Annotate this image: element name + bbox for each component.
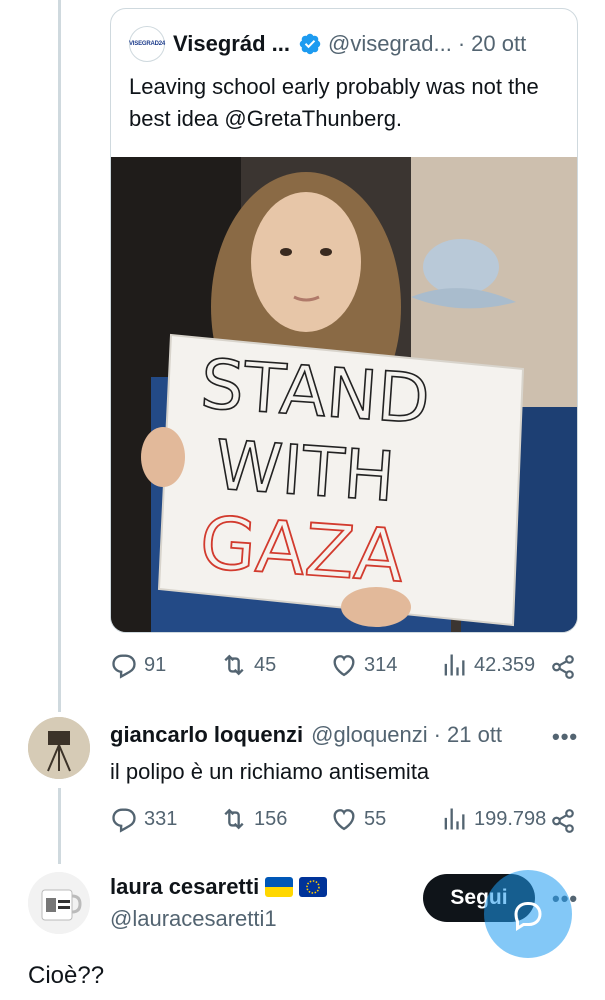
- reply-count: 91: [144, 653, 167, 676]
- main-tweet-text: Cioè??: [28, 962, 105, 989]
- compose-button[interactable]: [484, 870, 572, 958]
- share-icon: [552, 655, 574, 679]
- quoted-avatar-logo: VISEGRAD24: [129, 41, 166, 47]
- main-author-name[interactable]: laura cesaretti: [110, 874, 259, 900]
- reply-button[interactable]: 91: [110, 651, 166, 679]
- reply-header: giancarlo loquenzi @gloquenzi · 21 ott: [110, 722, 502, 748]
- repost-icon: [224, 808, 244, 830]
- repost-count: 156: [254, 807, 288, 830]
- quoted-author-name[interactable]: Visegrád ...: [173, 31, 290, 57]
- views-count: 42.359: [474, 653, 536, 676]
- quoted-tweet-text: Leaving school early probably was not th…: [129, 74, 539, 131]
- like-count: 314: [364, 653, 398, 676]
- reply-count: 331: [144, 807, 178, 830]
- quoted-tweet-card[interactable]: VISEGRAD24 Visegrád ... @visegrad... · 2…: [110, 8, 578, 633]
- verified-icon: [299, 33, 321, 55]
- quoted-author-handle[interactable]: @visegrad...: [328, 31, 452, 57]
- reply-icon: [112, 654, 136, 679]
- main-author-handle[interactable]: @lauracesaretti1: [110, 906, 277, 932]
- quoted-avatar[interactable]: VISEGRAD24: [129, 26, 165, 62]
- sign-line-1: STAND: [198, 345, 432, 440]
- quoted-tweet-header: VISEGRAD24 Visegrád ... @visegrad... · 2…: [129, 26, 563, 62]
- thread-line-top: [58, 0, 61, 712]
- tripod-camera-image: [28, 717, 90, 779]
- reply-author-handle[interactable]: @gloquenzi: [311, 722, 428, 748]
- mug-image: [28, 872, 90, 934]
- views-button[interactable]: 199.798: [440, 805, 546, 833]
- like-icon: [333, 655, 355, 677]
- reply-author-name[interactable]: giancarlo loquenzi: [110, 722, 303, 748]
- like-count: 55: [364, 807, 387, 830]
- like-button[interactable]: 55: [330, 805, 386, 833]
- quoted-date[interactable]: 20 ott: [471, 31, 526, 57]
- quoted-tweet-image[interactable]: STAND WITH GAZA: [111, 157, 577, 632]
- views-count: 199.798: [474, 807, 547, 830]
- repost-icon: [224, 654, 244, 676]
- reply-date[interactable]: 21 ott: [447, 722, 502, 748]
- share-button[interactable]: [550, 654, 576, 686]
- reply-actions-bar: 331 156 55 199.798: [110, 805, 576, 841]
- share-icon: [552, 809, 574, 833]
- like-button[interactable]: 314: [330, 651, 397, 679]
- main-author-row: laura cesaretti: [110, 874, 328, 900]
- repost-button[interactable]: 156: [220, 805, 287, 833]
- separator-dot: ·: [433, 722, 441, 747]
- like-icon: [333, 809, 355, 831]
- main-avatar[interactable]: [28, 872, 90, 934]
- repost-button[interactable]: 45: [220, 651, 276, 679]
- reply-icon: [112, 808, 136, 833]
- views-icon: [444, 654, 465, 676]
- reply-more-icon[interactable]: •••: [552, 724, 578, 750]
- repost-count: 45: [254, 653, 277, 676]
- sign-line-3: GAZA: [197, 500, 406, 598]
- compose-icon: [514, 902, 542, 931]
- reply-text: il polipo è un richiamo antisemita: [110, 759, 430, 784]
- ukraine-flag-icon: [265, 877, 294, 897]
- views-icon: [444, 808, 465, 830]
- thread-line-middle: [58, 788, 61, 864]
- separator-dot: ·: [457, 31, 466, 56]
- reply-avatar[interactable]: [28, 717, 90, 779]
- share-button[interactable]: [550, 808, 576, 840]
- eu-flag-icon: [299, 877, 328, 897]
- views-button[interactable]: 42.359: [440, 651, 535, 679]
- reply-button[interactable]: 331: [110, 805, 177, 833]
- quoted-actions-bar: 91 45 314 42.359: [110, 651, 576, 687]
